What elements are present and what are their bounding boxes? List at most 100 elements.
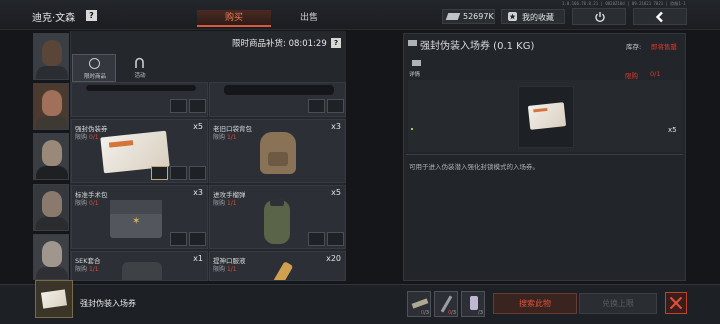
shop-item[interactable]: 强封伪装券 限购 0/1 x5: [71, 119, 208, 183]
requirement-slot: [327, 99, 344, 113]
help-icon[interactable]: ?: [331, 38, 341, 48]
power-button[interactable]: [572, 8, 626, 25]
trader-portrait[interactable]: [33, 133, 69, 180]
backpack-shape: [260, 132, 296, 174]
item-quantity: x3: [193, 188, 203, 197]
item-quantity: x5: [193, 122, 203, 131]
item-limit: 限购 0/1: [75, 134, 99, 141]
ticket-icon: [408, 40, 417, 46]
trader-portrait[interactable]: [33, 83, 69, 130]
shoulders-shape: [36, 66, 68, 79]
ticket-stripe: [108, 140, 134, 148]
item-limit: 限购 1/1: [213, 200, 237, 207]
divider: [406, 154, 683, 155]
item-quantity: x1: [193, 254, 203, 263]
money-value: 52697K: [463, 12, 494, 21]
detail-limit-label: 限购: [625, 72, 638, 80]
tab-event[interactable]: 活动: [118, 54, 162, 82]
requirement-count: 0/3: [420, 310, 429, 316]
medkit-shape: ✶: [110, 200, 162, 238]
medkit-flap: [110, 200, 162, 214]
requirement-slot: [189, 232, 206, 246]
grenade-shape: [264, 198, 290, 244]
clock-icon: [89, 58, 100, 69]
shop-item[interactable]: SEK套合 限购 1/1 x1: [71, 251, 208, 281]
requirement-slot[interactable]: 0/3: [434, 291, 458, 317]
bar-icon: [411, 298, 429, 309]
item-limit: 限购 0/1: [75, 200, 99, 207]
power-icon: [595, 12, 605, 23]
close-icon: [669, 296, 683, 310]
bottle-icon: [470, 296, 478, 310]
trader-portrait[interactable]: [33, 234, 69, 280]
help-icon[interactable]: ?: [86, 10, 97, 21]
star-badge-icon: ✶: [132, 216, 141, 227]
trader-name: 迪克·文森: [32, 13, 76, 24]
item-cell-partial[interactable]: [71, 82, 208, 117]
exchange-limit-button[interactable]: 兑换上限: [579, 293, 657, 314]
requirement-slot: [308, 99, 325, 113]
detail-quantity: x5: [668, 126, 677, 134]
shop-item[interactable]: 进攻手榴弹 限购 1/1 x5: [209, 185, 346, 249]
requirement-slot: [170, 99, 187, 113]
requirement-slot: [189, 166, 206, 180]
back-button[interactable]: [633, 8, 687, 25]
face-shape: [42, 140, 62, 166]
detail-title: 强封伪装入场券 (0.1 KG): [420, 41, 535, 52]
requirement-slot: [308, 232, 325, 246]
shoulders-shape: [36, 267, 68, 279]
requirement-slot[interactable]: 0/3: [407, 291, 431, 317]
requirement-slot: [170, 232, 187, 246]
item-detail-panel: [403, 33, 686, 281]
horseshoe-icon: [135, 57, 144, 68]
vial-shape: [272, 261, 294, 280]
requirement-count: /3: [478, 310, 483, 316]
item-quantity: x3: [331, 122, 341, 131]
item-cell-partial[interactable]: [209, 82, 346, 117]
ticket-thumb: [41, 289, 67, 309]
item-limit: 限购 1/1: [213, 266, 237, 273]
selected-item-thumbnail: [35, 280, 73, 318]
item-quantity: x20: [326, 254, 341, 263]
details-icon: [412, 60, 421, 66]
star-shield-icon: [508, 12, 517, 21]
requirement-count: 0/3: [447, 310, 456, 316]
detail-image-slot: [518, 86, 574, 148]
vest-shape: [122, 262, 162, 280]
chevron-left-icon: [655, 11, 663, 23]
tab-buy[interactable]: 购买: [197, 10, 271, 27]
details-tag[interactable]: 详情: [409, 70, 420, 78]
selected-item-name: 强封伪装入场券: [80, 299, 136, 308]
requirement-slot: [151, 166, 168, 180]
shoulders-shape: [36, 116, 68, 129]
ticket-image: [527, 102, 567, 130]
face-shape: [42, 40, 62, 66]
favorites-button[interactable]: 我的收藏: [501, 9, 565, 24]
item-quantity: x5: [331, 188, 341, 197]
suppressor-shape: [224, 85, 334, 95]
status-dot: [411, 128, 413, 130]
face-shape: [42, 241, 62, 267]
backpack-pocket: [268, 152, 288, 166]
shoulders-shape: [36, 217, 68, 230]
rifle-barrel-shape: [86, 85, 196, 91]
requirement-slot[interactable]: /3: [461, 291, 485, 317]
tab-label: 限时商品: [83, 74, 106, 80]
trader-portrait[interactable]: [33, 33, 69, 80]
shop-item[interactable]: 标准手术包 限购 0/1 x3 ✶: [71, 185, 208, 249]
item-limit: 限购 1/1: [213, 134, 237, 141]
shoulders-shape: [36, 166, 68, 179]
version-text: 1.0.166.78.8.21 | 0820Z18d | 09.21821 78…: [562, 1, 686, 6]
tab-sell[interactable]: 出售: [272, 10, 346, 27]
money-display: 52697K: [442, 9, 495, 24]
tab-limited-items[interactable]: 限时商品: [72, 54, 116, 82]
detail-limit-value: 0/1: [650, 70, 661, 78]
close-button[interactable]: [665, 292, 687, 314]
shop-item[interactable]: 提神口服液 限购 1/1 x20: [209, 251, 346, 281]
detail-image-frame: [408, 80, 683, 152]
trader-portrait[interactable]: [33, 184, 69, 231]
favorites-label: 我的收藏: [522, 13, 554, 22]
search-item-button[interactable]: 搜索此物: [493, 293, 577, 314]
shop-item[interactable]: 老旧口袋背包 限购 1/1 x3: [209, 119, 346, 183]
restock-timer: 限时商品补货: 08:01:29: [232, 39, 327, 49]
